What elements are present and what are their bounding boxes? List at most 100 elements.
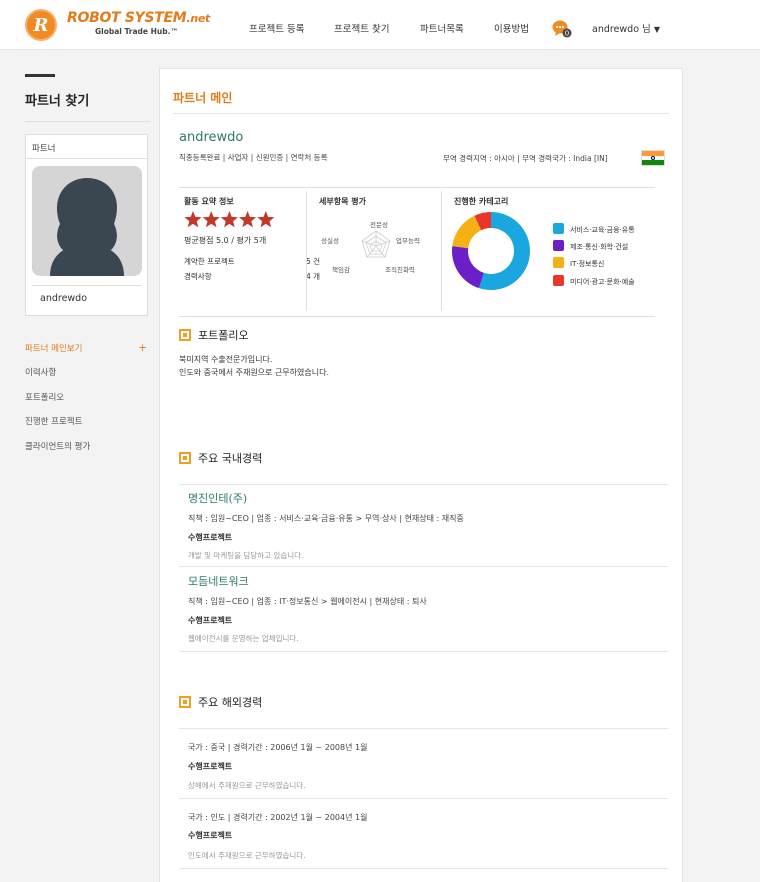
legend-swatch	[553, 240, 564, 251]
flag-band-bottom	[642, 160, 664, 165]
stat-career-label: 경력사항	[184, 272, 212, 281]
radar-divider	[441, 191, 442, 311]
radar-label-sincerity: 성실성	[321, 236, 339, 245]
overseas-entry-divider	[179, 798, 668, 799]
radar-label-responsibility: 책임감	[332, 265, 350, 274]
star-icon	[184, 211, 202, 228]
domestic-company-1[interactable]: 명진인테(주)	[188, 490, 247, 506]
average-rating: 평균평점 5.0 / 평가 5개	[184, 236, 267, 245]
radar-title: 세부항목 평가	[319, 197, 366, 206]
india-flag-icon	[641, 150, 665, 166]
overseas-section-icon	[179, 696, 191, 708]
overseas-title: 주요 해외경력	[198, 696, 263, 709]
overseas-meta-1: 국가 : 중국 | 경력기간 : 2006년 1월 ~ 2008년 1월	[188, 743, 368, 752]
flag-band-middle	[642, 155, 664, 161]
partner-card: 파트너 andrewdo	[25, 134, 148, 316]
legend-label: 제조·통신·화학·건설	[570, 243, 629, 251]
page-title: 파트너 메인	[173, 91, 233, 105]
partner-card-name: andrewdo	[40, 293, 88, 304]
nav-project-register[interactable]: 프로젝트 등록	[249, 21, 304, 35]
nav-project-find[interactable]: 프로젝트 찾기	[334, 21, 389, 35]
domestic-desc-1: 개발 및 마케팅을 담당하고 있습니다.	[188, 551, 304, 560]
stat-contracts: 계약한 프로젝트 5 건	[184, 256, 320, 267]
summary-bottom-divider	[179, 316, 655, 317]
domestic-meta-2: 직책 : 임원~CEO | 업종 : IT·정보통신 > 웹에이전시 | 현재상…	[188, 597, 427, 606]
portfolio-title: 포트폴리오	[198, 329, 249, 342]
overseas-desc-1: 상해에서 주재원으로 근무하였습니다.	[188, 781, 306, 790]
summary-title: 활동 요약 정보	[184, 197, 234, 206]
donut-slice	[452, 246, 484, 289]
radar-label-work: 업무능력	[396, 237, 420, 245]
sidebar-item-portfolio[interactable]: 포트폴리오	[25, 391, 64, 403]
portfolio-line-1: 북미지역 수출전문가입니다.	[179, 355, 273, 364]
legend-swatch	[553, 223, 564, 234]
legend-label: IT·정보통신	[570, 260, 605, 268]
partner-name: andrewdo	[179, 130, 244, 145]
partner-tags: 직종등록완료 | 사업자 | 신원인증 | 연락처 등록	[179, 153, 328, 162]
user-label: andrewdo 님	[592, 24, 651, 35]
message-icon[interactable]: 0	[552, 19, 572, 38]
sidebar: 파트너 찾기 파트너 andrewdo 파트너 메인보기 + 이력사항 포트폴리…	[25, 74, 150, 452]
plus-icon[interactable]: +	[138, 341, 147, 354]
logo-text: ROBOT SYSTEM	[67, 10, 187, 26]
nav-partner-list[interactable]: 파트너목록	[420, 21, 464, 35]
main-panel: 파트너 메인 andrewdo 직종등록완료 | 사업자 | 신원인증 | 연락…	[159, 68, 683, 882]
avatar	[32, 166, 142, 276]
nav-how-to-use[interactable]: 이용방법	[494, 21, 529, 35]
domestic-bottom-divider	[179, 651, 668, 652]
overseas-meta-2: 국가 : 인도 | 경력기간 : 2002년 1월 ~ 2004년 1월	[188, 813, 368, 822]
overseas-desc-2: 인도에서 주재원으로 근무하였습니다.	[188, 851, 306, 860]
domestic-desc-2: 웹에이전시를 운영하는 업체입니다.	[188, 634, 299, 643]
overseas-project-label-1: 수행프로젝트	[188, 762, 233, 771]
logo-tagline: Global Trade Hub.™	[95, 27, 178, 36]
overseas-top-divider	[179, 728, 668, 729]
radar-chart: 전문성 업무능력 조직친화력 책임감 성실성	[321, 220, 420, 274]
star-icon	[202, 211, 220, 228]
categories-title: 진행한 카테고리	[454, 197, 509, 206]
stat-contracts-label: 계약한 프로젝트	[184, 257, 235, 266]
caret-down-icon: ▼	[653, 25, 660, 34]
overseas-bottom-divider	[179, 868, 668, 869]
domestic-meta-1: 직책 : 임원~CEO | 업종 : 서비스·교육·금융·유통 > 무역·상사 …	[188, 514, 464, 523]
star-icon	[239, 211, 257, 228]
domestic-entry-divider	[179, 566, 668, 567]
message-count: 0	[565, 30, 569, 38]
category-donut-chart	[452, 212, 531, 290]
sidebar-item-main[interactable]: 파트너 메인보기	[25, 342, 82, 354]
site-logo[interactable]: R ROBOT SYSTEM.net Global Trade Hub.™	[25, 9, 210, 41]
logo-mark-icon: R	[25, 9, 57, 41]
sidebar-title: 파트너 찾기	[25, 94, 90, 109]
profile-divider	[179, 187, 655, 188]
domestic-project-label-1: 수행프로젝트	[188, 533, 233, 542]
legend-label: 미디어·광고·문화·예술	[570, 278, 635, 286]
summary-divider	[306, 191, 307, 311]
stat-career: 경력사항 4 개	[184, 271, 320, 282]
top-header: R ROBOT SYSTEM.net Global Trade Hub.™ 프로…	[0, 0, 760, 50]
rating-stars	[184, 210, 276, 232]
sidebar-divider	[25, 121, 150, 122]
domestic-title: 주요 국내경력	[198, 452, 263, 465]
legend-swatch	[553, 257, 564, 268]
portfolio-line-2: 인도와 중국에서 주재원으로 근무하였습니다.	[179, 368, 330, 377]
overseas-project-label-2: 수행프로젝트	[188, 831, 233, 840]
sidebar-item-reviews[interactable]: 클라이언트의 평가	[25, 440, 90, 452]
radar-label-expertise: 전문성	[370, 220, 388, 229]
sidebar-accent-bar	[25, 74, 55, 77]
portfolio-section-icon	[179, 329, 191, 341]
star-icon	[220, 211, 238, 228]
legend-label: 서비스·교육·금융·유통	[570, 226, 635, 234]
partner-region: 무역 경력지역 : 아시아 | 무역 경력국가 : India [IN]	[443, 154, 608, 163]
radar-label-org: 조직친화력	[385, 265, 415, 274]
logo-suffix: .net	[186, 12, 210, 25]
legend-swatch	[553, 275, 564, 286]
domestic-top-divider	[179, 484, 668, 485]
star-icon	[257, 211, 275, 228]
domestic-company-2[interactable]: 모듬네트워크	[188, 573, 249, 589]
domestic-project-label-2: 수행프로젝트	[188, 616, 233, 625]
domestic-section-icon	[179, 452, 191, 464]
user-menu[interactable]: andrewdo 님 ▼	[592, 21, 660, 35]
partner-card-divider	[32, 285, 141, 286]
sidebar-item-projects[interactable]: 진행한 프로젝트	[25, 415, 82, 427]
sidebar-item-history[interactable]: 이력사항	[25, 366, 56, 378]
title-divider	[173, 113, 669, 114]
